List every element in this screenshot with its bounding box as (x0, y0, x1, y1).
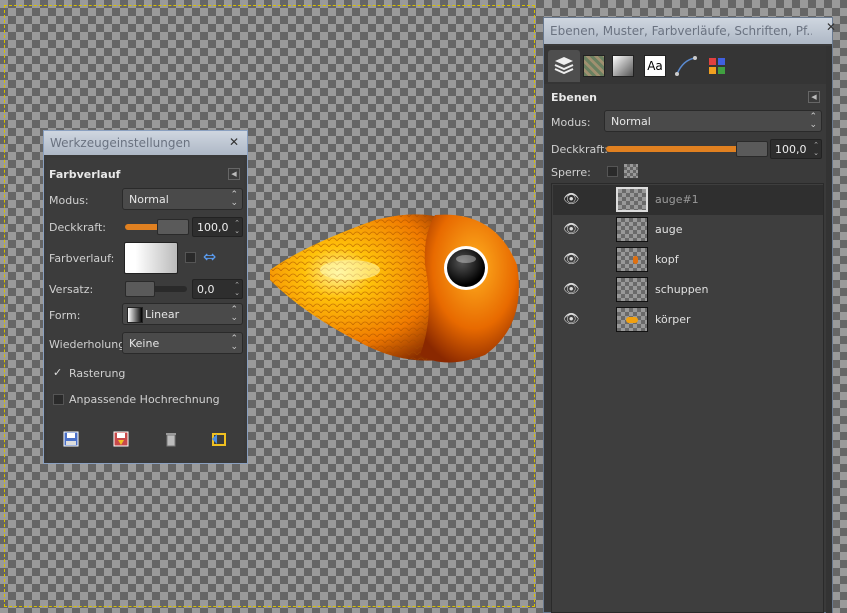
layer-opacity-slider[interactable] (606, 141, 768, 157)
dock-title: Ebenen, Muster, Farbverläufe, Schriften,… (550, 24, 812, 38)
layer-name[interactable]: auge (655, 223, 682, 236)
swap-arrows-icon[interactable]: ⇔ (203, 247, 216, 266)
opacity-label: Deckkraft: (49, 221, 106, 234)
offset-label: Versatz: (49, 283, 94, 296)
opacity-slider[interactable] (125, 219, 189, 235)
visibility-eye-icon[interactable]: 👁 (563, 313, 580, 327)
updown-arrow-icon: ⌃ ⌄ (230, 305, 238, 323)
dithering-checkbox[interactable]: ✓ (53, 367, 64, 378)
updown-arrow-icon: ⌃ ⌄ (230, 334, 238, 352)
layer-opacity-label: Deckkraft: (551, 143, 608, 156)
gradient-label: Farbverlauf: (49, 252, 115, 265)
mode-label: Modus: (49, 194, 89, 207)
opacity-value: 100,0 (197, 220, 229, 234)
layer-thumbnail (616, 277, 648, 302)
offset-value: 0,0 (197, 282, 215, 296)
dialog-titlebar[interactable]: Werkzeugeinstellungen ✕ (44, 131, 247, 155)
close-icon[interactable]: ✕ (227, 135, 241, 149)
delete-options-icon[interactable] (159, 428, 183, 450)
layer-name[interactable]: schuppen (655, 283, 708, 296)
gradient-icon (612, 55, 634, 77)
layer-opacity-spinner[interactable]: 100,0 ⌃ ⌄ (770, 139, 822, 159)
layer-name[interactable]: kopf (655, 253, 679, 266)
dialog-title: Werkzeugeinstellungen (50, 136, 191, 150)
layer-name[interactable]: körper (655, 313, 691, 326)
layer-row-kopf[interactable]: 👁 kopf (553, 245, 823, 275)
layer-thumbnail (616, 247, 648, 272)
lock-pixels-checkbox[interactable] (607, 166, 618, 177)
layer-thumbnail (616, 307, 648, 332)
layer-name[interactable]: auge#1 (655, 193, 699, 206)
repeat-value: Keine (129, 336, 160, 350)
paths-icon (675, 56, 697, 76)
tab-gradients[interactable] (611, 54, 635, 78)
pattern-icon (583, 55, 605, 77)
restore-options-icon[interactable] (109, 428, 133, 450)
tab-colors[interactable] (704, 54, 730, 78)
slider-handle[interactable] (736, 141, 768, 157)
updown-arrow-icon: ⌃ ⌄ (809, 112, 817, 130)
tab-layers[interactable] (548, 50, 580, 82)
layer-row-auge[interactable]: 👁 auge (553, 215, 823, 245)
visibility-eye-icon[interactable]: 👁 (563, 283, 580, 297)
lock-label: Sperre: (551, 166, 591, 179)
layer-row-koerper[interactable]: 👁 körper (553, 305, 823, 335)
repeat-dropdown[interactable]: Keine ⌃ ⌄ (122, 332, 243, 354)
mode-dropdown[interactable]: Normal ⌃ ⌄ (122, 188, 243, 210)
gradient-preview-button[interactable] (124, 242, 178, 274)
fish-image (270, 214, 519, 363)
dock-close-icon[interactable]: ✕ (822, 18, 840, 36)
opacity-spinner[interactable]: 100,0 ⌃ ⌄ (192, 217, 243, 237)
shape-label: Form: (49, 309, 81, 322)
adaptive-checkbox[interactable] (53, 394, 64, 405)
dock-tabs: Aa (544, 46, 832, 84)
tab-fonts[interactable]: Aa (643, 54, 667, 78)
linear-shape-icon (127, 307, 143, 323)
dock-scrollbar[interactable] (826, 46, 832, 613)
offset-spinner[interactable]: 0,0 ⌃ ⌄ (192, 279, 243, 299)
offset-slider[interactable] (125, 281, 187, 297)
tool-options-dialog: Werkzeugeinstellungen ✕ Farbverlauf ◀ Mo… (43, 130, 248, 464)
layer-mode-label: Modus: (551, 116, 591, 129)
tab-paths[interactable] (673, 54, 699, 78)
mode-value: Normal (129, 192, 169, 206)
font-icon: Aa (644, 55, 666, 77)
repeat-label: Wiederholung: (49, 338, 129, 351)
shape-dropdown[interactable]: Linear ⌃ ⌄ (122, 303, 243, 325)
reverse-checkbox[interactable] (185, 252, 196, 263)
layer-mode-dropdown[interactable]: Normal ⌃ ⌄ (604, 110, 822, 132)
layer-thumbnail (616, 187, 648, 212)
spinner-arrows-icon: ⌃ ⌄ (813, 141, 819, 157)
shape-value: Linear (145, 307, 180, 321)
layers-heading: Ebenen (551, 91, 597, 104)
save-options-icon[interactable] (59, 428, 83, 450)
collapse-icon[interactable]: ◀ (228, 168, 240, 180)
updown-arrow-icon: ⌃ ⌄ (230, 190, 238, 208)
reset-options-icon[interactable] (207, 428, 231, 450)
layer-thumbnail (616, 217, 648, 242)
palette-icon (709, 58, 725, 74)
lock-alpha-icon[interactable] (624, 164, 638, 178)
spinner-arrows-icon: ⌃ ⌄ (234, 281, 240, 297)
layers-collapse-icon[interactable]: ◀ (808, 91, 820, 103)
layer-row-auge1[interactable]: 👁 auge#1 (553, 185, 823, 215)
tool-name: Farbverlauf (49, 168, 121, 181)
adaptive-label: Anpassende Hochrechnung (69, 393, 220, 406)
dithering-label: Rasterung (69, 367, 126, 380)
layer-opacity-value: 100,0 (775, 142, 807, 156)
visibility-eye-icon[interactable]: 👁 (563, 193, 580, 207)
visibility-eye-icon[interactable]: 👁 (563, 223, 580, 237)
layer-mode-value: Normal (611, 114, 651, 128)
layers-icon (554, 57, 574, 75)
slider-handle[interactable] (125, 281, 155, 297)
spinner-arrows-icon: ⌃ ⌄ (234, 219, 240, 235)
layer-row-schuppen[interactable]: 👁 schuppen (553, 275, 823, 305)
slider-handle[interactable] (157, 219, 189, 235)
dock-titlebar[interactable]: Ebenen, Muster, Farbverläufe, Schriften,… (544, 18, 832, 44)
visibility-eye-icon[interactable]: 👁 (563, 253, 580, 267)
tab-patterns[interactable] (582, 54, 606, 78)
